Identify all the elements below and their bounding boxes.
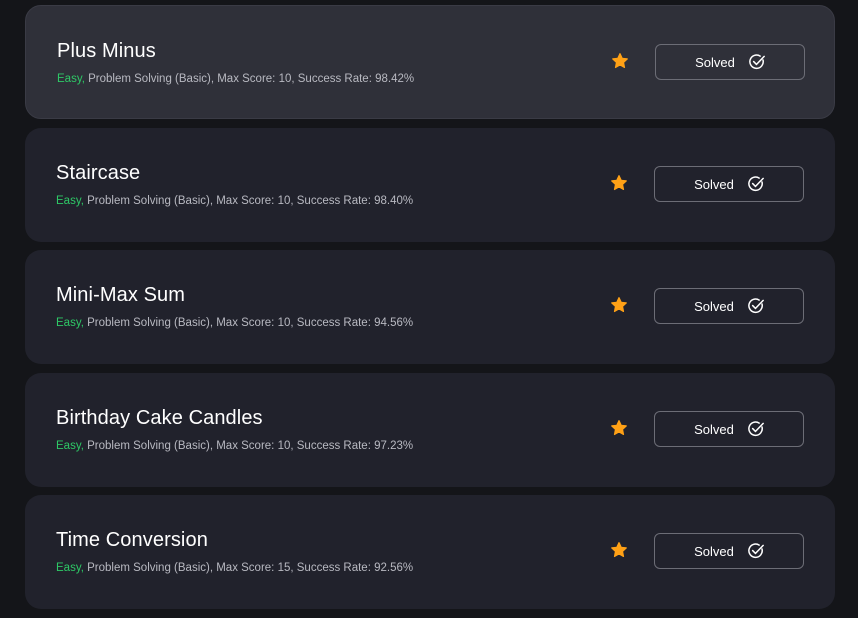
challenge-title[interactable]: Staircase (56, 162, 140, 185)
solved-button[interactable]: Solved (654, 533, 804, 569)
challenge-meta: Easy, Problem Solving (Basic), Max Score… (56, 195, 413, 207)
challenge-title[interactable]: Mini-Max Sum (56, 284, 185, 307)
challenge-list: Plus Minus Easy, Problem Solving (Basic)… (0, 0, 858, 618)
challenge-meta: Easy, Problem Solving (Basic), Max Score… (56, 440, 413, 452)
challenge-details: Problem Solving (Basic), Max Score: 15, … (83, 562, 414, 574)
solved-button[interactable]: Solved (655, 44, 805, 80)
challenge-card-plus-minus[interactable]: Plus Minus Easy, Problem Solving (Basic)… (25, 5, 835, 119)
star-icon[interactable] (611, 52, 629, 70)
challenge-title[interactable]: Plus Minus (57, 40, 156, 63)
challenge-details: Problem Solving (Basic), Max Score: 10, … (83, 440, 414, 452)
challenge-card-birthday-cake-candles[interactable]: Birthday Cake Candles Easy, Problem Solv… (25, 373, 835, 487)
challenge-details: Problem Solving (Basic), Max Score: 10, … (83, 195, 414, 207)
check-circle-icon (749, 54, 765, 70)
check-circle-icon (748, 421, 764, 437)
challenge-meta: Easy, Problem Solving (Basic), Max Score… (56, 317, 413, 329)
difficulty-label: Easy, (56, 195, 84, 207)
challenge-title[interactable]: Birthday Cake Candles (56, 407, 263, 430)
challenge-details: Problem Solving (Basic), Max Score: 10, … (84, 73, 415, 85)
challenge-meta: Easy, Problem Solving (Basic), Max Score… (57, 73, 414, 85)
solved-label: Solved (694, 421, 734, 437)
solved-label: Solved (694, 298, 734, 314)
star-icon[interactable] (610, 541, 628, 559)
challenge-title[interactable]: Time Conversion (56, 529, 208, 552)
check-circle-icon (748, 543, 764, 559)
challenge-details: Problem Solving (Basic), Max Score: 10, … (83, 317, 414, 329)
solved-label: Solved (694, 543, 734, 559)
challenge-meta: Easy, Problem Solving (Basic), Max Score… (56, 562, 413, 574)
star-icon[interactable] (610, 296, 628, 314)
difficulty-label: Easy, (56, 562, 84, 574)
difficulty-label: Easy, (56, 317, 84, 329)
difficulty-label: Easy, (57, 73, 85, 85)
difficulty-label: Easy, (56, 440, 84, 452)
challenge-card-time-conversion[interactable]: Time Conversion Easy, Problem Solving (B… (25, 495, 835, 609)
solved-label: Solved (694, 176, 734, 192)
check-circle-icon (748, 176, 764, 192)
solved-button[interactable]: Solved (654, 288, 804, 324)
challenge-card-mini-max-sum[interactable]: Mini-Max Sum Easy, Problem Solving (Basi… (25, 250, 835, 364)
solved-button[interactable]: Solved (654, 411, 804, 447)
challenge-card-staircase[interactable]: Staircase Easy, Problem Solving (Basic),… (25, 128, 835, 242)
solved-label: Solved (695, 54, 735, 70)
star-icon[interactable] (610, 174, 628, 192)
solved-button[interactable]: Solved (654, 166, 804, 202)
check-circle-icon (748, 298, 764, 314)
star-icon[interactable] (610, 419, 628, 437)
